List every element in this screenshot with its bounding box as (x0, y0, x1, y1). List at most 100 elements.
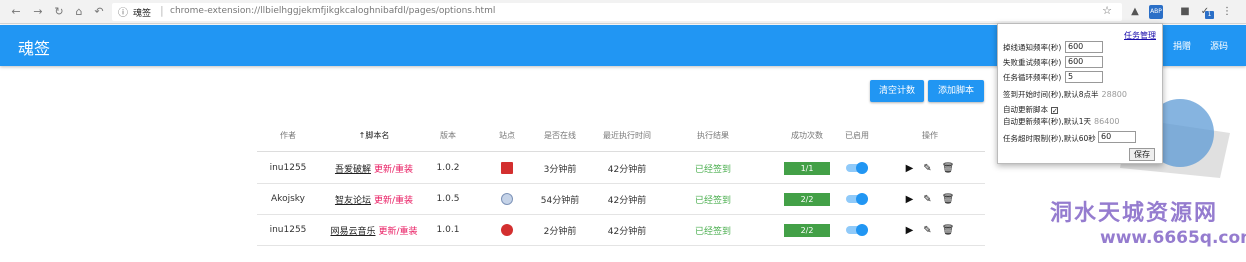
enabled-toggle[interactable] (846, 193, 868, 205)
col-author: 作者 (280, 131, 296, 140)
extension-adblock-icon[interactable]: ABP (1149, 5, 1163, 19)
row-site[interactable] (487, 153, 527, 183)
row-author: Akojsky (271, 194, 305, 204)
delete-icon[interactable]: 🗑 (942, 194, 955, 205)
row-last-run: 42分钟前 (607, 226, 647, 237)
row-last-run: 42分钟前 (607, 164, 647, 175)
table-row: Akojsky 智友论坛 更新/重装 1.0.5 54分钟前 42分钟前 已经签到… (257, 184, 985, 215)
info-icon[interactable]: ⓘ (118, 4, 128, 19)
setting-row: 签到开始时间(秒),默认8点半 28800 (1003, 90, 1127, 99)
extension-bird-icon[interactable]: ▲ (1128, 5, 1142, 19)
netease-music-icon[interactable] (501, 224, 513, 236)
col-actions: 操作 (922, 131, 938, 140)
row-author: inu1255 (269, 163, 307, 173)
home-icon[interactable]: ⌂ (71, 4, 87, 20)
url-text[interactable]: chrome-extension://llbielhggjekmfjikgkca… (170, 6, 495, 16)
edit-icon[interactable]: ✎ (923, 163, 931, 174)
save-button[interactable]: 保存 (1129, 148, 1155, 161)
row-last-run: 42分钟前 (607, 195, 647, 206)
script-link[interactable]: 网易云音乐 (330, 224, 375, 237)
address-bar[interactable]: ⓘ 魂签 | chrome-extension://llbielhggjekmf… (112, 3, 1122, 21)
edit-icon[interactable]: ✎ (923, 194, 931, 205)
row-site[interactable] (487, 184, 527, 214)
col-version: 版本 (440, 131, 456, 140)
table-header: 作者 ↑ 脚本名 版本 站点 是否在线 最近执行时间 执行结果 成功次数 已启用 … (257, 120, 985, 152)
row-script-name: 吾爱破解 更新/重装 (319, 153, 429, 183)
undo-icon[interactable]: ↶ (91, 4, 107, 20)
delete-icon[interactable]: 🗑 (942, 163, 955, 174)
col-site: 站点 (499, 131, 515, 140)
setting-row: 自动更新频率(秒),默认1天 86400 (1003, 117, 1120, 126)
row-script-name: 网易云音乐 更新/重装 (319, 215, 429, 245)
reload-icon[interactable]: ↻ (51, 4, 67, 20)
row-actions: ▶ ✎ 🗑 (897, 215, 963, 245)
add-script-button[interactable]: 添加脚本 (928, 80, 984, 102)
retry-interval-input[interactable]: 600 (1065, 56, 1103, 68)
script-link[interactable]: 吾爱破解 (335, 162, 371, 175)
nav-donate[interactable]: 捐赠 (1173, 39, 1191, 52)
auto-update-checkbox[interactable]: ✓ (1051, 107, 1058, 115)
row-script-name: 智友论坛 更新/重装 (319, 184, 429, 214)
row-enabled (837, 184, 877, 214)
loop-interval-input[interactable]: 5 (1065, 71, 1103, 83)
start-time-value[interactable]: 28800 (1102, 90, 1127, 99)
row-version: 1.0.2 (436, 163, 460, 173)
run-icon[interactable]: ▶ (906, 163, 914, 174)
task-manage-link[interactable]: 任务管理 (1124, 30, 1156, 41)
row-actions: ▶ ✎ 🗑 (897, 184, 963, 214)
offline-notify-input[interactable]: 600 (1065, 41, 1103, 53)
nav-source[interactable]: 源码 (1210, 39, 1228, 52)
setting-row: 任务超时限制(秒),默认60秒 (1003, 134, 1096, 143)
mute-icon[interactable]: ■ (1178, 5, 1192, 19)
run-icon[interactable]: ▶ (906, 225, 914, 236)
row-enabled (837, 215, 877, 245)
clear-count-button[interactable]: 清空计数 (870, 80, 924, 102)
row-result: 已经签到 (694, 195, 731, 206)
browser-toolbar: ← → ↻ ⌂ ↶ ⓘ 魂签 | chrome-extension://llbi… (0, 0, 1246, 24)
col-last-run: 最近执行时间 (603, 131, 651, 140)
success-badge: 2/2 (784, 223, 830, 237)
watermark-url: www.6665q.com (1100, 228, 1246, 248)
zhiyou-icon[interactable] (501, 193, 513, 205)
row-result: 已经签到 (694, 226, 731, 237)
52pojie-icon[interactable] (501, 162, 513, 174)
col-online: 是否在线 (544, 131, 576, 140)
extension-hunqian-icon[interactable]: ✓1 (1198, 5, 1214, 19)
col-script-name[interactable]: ↑ 脚本名 (319, 120, 429, 151)
update-link[interactable]: 更新/重装 (374, 193, 413, 206)
row-author: inu1255 (269, 225, 307, 235)
enabled-toggle[interactable] (846, 162, 868, 174)
row-actions: ▶ ✎ 🗑 (897, 153, 963, 183)
update-link[interactable]: 更新/重装 (374, 162, 413, 175)
run-icon[interactable]: ▶ (906, 194, 914, 205)
edit-icon[interactable]: ✎ (923, 225, 931, 236)
row-version: 1.0.1 (436, 225, 460, 235)
delete-icon[interactable]: 🗑 (942, 225, 955, 236)
back-icon[interactable]: ← (8, 4, 24, 20)
update-interval-value[interactable]: 86400 (1094, 117, 1119, 126)
script-link[interactable]: 智友论坛 (335, 193, 371, 206)
table-row: inu1255 吾爱破解 更新/重装 1.0.2 3分钟前 42分钟前 已经签到 … (257, 153, 985, 184)
setting-row: 任务循环频率(秒) (1003, 73, 1062, 82)
success-badge: 2/2 (784, 192, 830, 206)
row-online: 3分钟前 (543, 164, 577, 175)
url-separator: | (160, 4, 164, 17)
enabled-toggle[interactable] (846, 224, 868, 236)
row-site[interactable] (487, 215, 527, 245)
script-table: 作者 ↑ 脚本名 版本 站点 是否在线 最近执行时间 执行结果 成功次数 已启用 … (257, 120, 985, 248)
row-success: 2/2 (767, 184, 847, 214)
app-title: 魂签 (18, 39, 51, 58)
watermark-text: 洞水天城资源网 (1050, 201, 1219, 226)
col-enabled: 已启用 (845, 131, 869, 140)
setting-row: 自动更新脚本 ✓ (1003, 105, 1058, 115)
bookmark-star-icon[interactable]: ☆ (1102, 4, 1112, 17)
update-link[interactable]: 更新/重装 (378, 224, 417, 237)
forward-icon[interactable]: → (30, 4, 46, 20)
menu-kebab-icon[interactable]: ⋮ (1220, 5, 1234, 19)
setting-row: 掉线通知频率(秒) (1003, 43, 1062, 52)
col-result: 执行结果 (697, 131, 729, 140)
row-success: 2/2 (767, 215, 847, 245)
timeout-input[interactable]: 60 (1098, 131, 1136, 143)
col-success: 成功次数 (791, 131, 823, 140)
tab-title: 魂签 (133, 9, 152, 19)
